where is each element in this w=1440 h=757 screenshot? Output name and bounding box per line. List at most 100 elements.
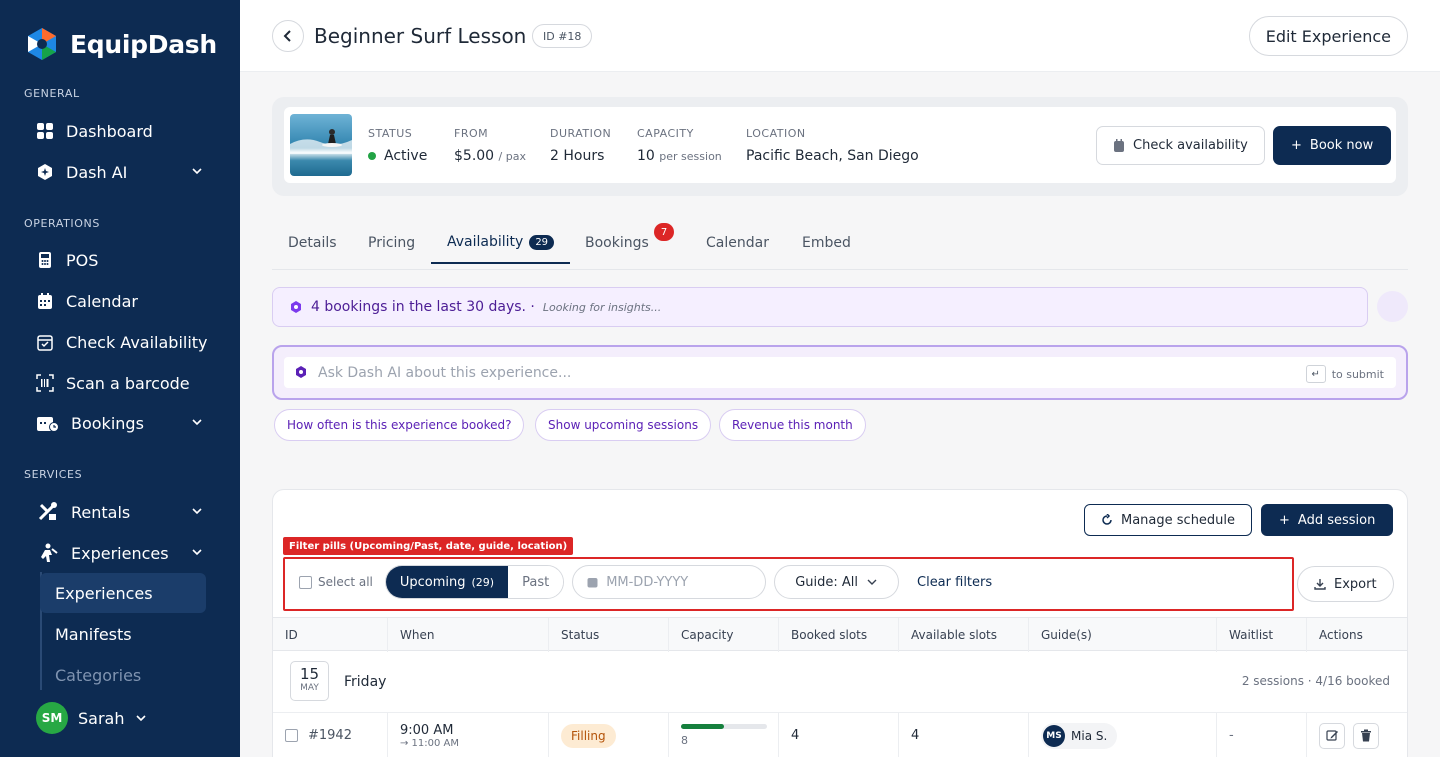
experience-thumbnail — [290, 114, 352, 176]
subitem-experiences[interactable]: Experiences — [40, 573, 206, 613]
day-weekday: Friday — [344, 674, 387, 690]
ai-shield-icon — [296, 366, 306, 378]
sidebar-item-scan-barcode[interactable]: Scan a barcode — [36, 366, 212, 400]
ai-shield-icon — [36, 163, 54, 181]
row-available: 4 — [898, 713, 919, 757]
row-capacity-cell: 8 — [668, 713, 767, 757]
suggestion-chip[interactable]: How often is this experience booked? — [274, 409, 525, 441]
rentals-tools-icon — [36, 502, 59, 521]
manage-schedule-button[interactable]: Manage schedule — [1084, 504, 1253, 536]
sidebar-item-rentals[interactable]: Rentals — [36, 495, 212, 529]
chevron-down-icon[interactable] — [190, 504, 204, 518]
filter-past[interactable]: Past — [508, 566, 564, 598]
user-menu[interactable]: SM Sarah — [36, 702, 148, 734]
ask-ai-input[interactable]: Ask Dash AI about this experience... ↵ t… — [284, 357, 1396, 388]
download-icon — [1314, 579, 1326, 590]
sidebar-item-dash-ai[interactable]: Dash AI — [36, 155, 212, 189]
sidebar-item-label: Dashboard — [66, 121, 153, 141]
sidebar-item-calendar[interactable]: Calendar — [36, 284, 212, 318]
loading-spinner-icon — [1377, 291, 1408, 322]
select-all-checkbox[interactable] — [299, 575, 312, 589]
status-label: STATUS — [368, 127, 413, 140]
equipdash-logo-icon — [28, 28, 56, 60]
tab-calendar[interactable]: Calendar — [706, 222, 769, 264]
tab-bookings[interactable]: Bookings — [585, 222, 649, 264]
chevron-down-icon[interactable] — [190, 415, 204, 429]
sidebar-item-label: Experiences — [71, 543, 169, 563]
guide-filter-select[interactable]: Guide: All — [774, 565, 899, 599]
row-id[interactable]: #1942 — [308, 728, 352, 743]
surfer-image-icon — [290, 129, 352, 154]
suggestion-chip[interactable]: Revenue this month — [719, 409, 866, 441]
insight-text: 4 bookings in the last 30 days. · — [311, 299, 535, 315]
date-filter-input[interactable]: MM-DD-YYYY — [572, 565, 767, 599]
sidebar-item-pos[interactable]: POS — [36, 243, 212, 277]
submit-hint-text: to submit — [1331, 367, 1384, 381]
section-operations: OPERATIONS — [24, 217, 100, 230]
add-session-button[interactable]: + Add session — [1261, 504, 1394, 536]
sidebar-item-check-availability[interactable]: Check Availability — [36, 325, 212, 359]
insight-banner: 4 bookings in the last 30 days. · Lookin… — [272, 287, 1368, 327]
export-button[interactable]: Export — [1297, 566, 1394, 602]
chevron-down-icon[interactable] — [190, 164, 204, 178]
day-group-header: 15 MAY Friday 2 sessions · 4/16 booked — [273, 652, 1407, 712]
subitem-categories[interactable]: Categories — [40, 655, 206, 695]
book-now-button[interactable]: + Book now — [1273, 126, 1392, 165]
tabs: Details Pricing Availability 29 Bookings… — [272, 222, 1408, 270]
refresh-icon — [1102, 514, 1112, 525]
calendar-icon — [1114, 138, 1124, 152]
tab-pricing[interactable]: Pricing — [368, 222, 415, 264]
row-checkbox[interactable] — [285, 729, 298, 742]
filter-upcoming[interactable]: Upcoming (29) — [385, 566, 509, 598]
bookings-count-badge: 7 — [654, 223, 674, 241]
tab-details[interactable]: Details — [288, 222, 337, 264]
sidebar-item-experiences[interactable]: Experiences — [36, 536, 212, 570]
subitem-manifests[interactable]: Manifests — [40, 614, 206, 654]
location-label: LOCATION — [746, 127, 806, 140]
sidebar-item-bookings[interactable]: Bookings — [36, 406, 212, 440]
row-status-cell: Filling — [548, 713, 616, 757]
pos-terminal-icon — [36, 251, 54, 269]
guide-chip[interactable]: MS Mia S. — [1041, 722, 1118, 749]
delete-session-button[interactable] — [1353, 722, 1379, 749]
from-unit: / pax — [498, 150, 526, 163]
bookings-calendar-icon — [36, 414, 59, 432]
summary-card: STATUS Active FROM $5.00 / pax DURATION … — [272, 97, 1408, 196]
availability-count-badge: 29 — [529, 234, 555, 250]
clear-filters-link[interactable]: Clear filters — [917, 575, 992, 590]
user-name: Sarah — [78, 708, 125, 728]
logo[interactable]: EquipDash — [24, 26, 217, 62]
ask-ai-box: Ask Dash AI about this experience... ↵ t… — [272, 345, 1408, 400]
column-header: ID — [285, 628, 298, 642]
table-row[interactable]: #1942 9:00 AM → 11:00 AM Filling 8 4 4 M… — [273, 712, 1407, 757]
book-now-label: Book now — [1309, 138, 1374, 153]
row-id-cell: #1942 — [273, 713, 352, 757]
section-services: SERVICES — [24, 468, 83, 481]
column-header: Guide(s) — [1028, 618, 1092, 652]
sidebar-item-label: Check Availability — [66, 332, 208, 352]
time-filter-toggle: Upcoming (29) Past — [384, 565, 565, 599]
back-button[interactable] — [272, 20, 304, 52]
sidebar-item-dashboard[interactable]: Dashboard — [36, 114, 212, 148]
chevron-down-icon[interactable] — [190, 545, 204, 559]
enter-key-icon: ↵ — [1305, 365, 1326, 383]
tab-embed[interactable]: Embed — [802, 222, 851, 264]
row-actions-cell — [1306, 713, 1379, 757]
export-label: Export — [1334, 576, 1377, 592]
header: Beginner Surf Lesson ID #18 Edit Experie… — [240, 0, 1440, 72]
check-availability-button[interactable]: Check availability — [1096, 126, 1265, 165]
capacity-field: CAPACITY 10 per session — [637, 127, 722, 164]
from-field: FROM $5.00 / pax — [454, 127, 526, 164]
sidebar-item-label: Dash AI — [66, 162, 128, 182]
tab-availability[interactable]: Availability 29 — [431, 222, 571, 264]
select-all[interactable]: Select all — [299, 575, 373, 589]
sidebar-item-label: Rentals — [71, 502, 131, 522]
edit-experience-button[interactable]: Edit Experience — [1248, 16, 1408, 56]
select-all-label: Select all — [318, 575, 373, 589]
location-field: LOCATION Pacific Beach, San Diego — [746, 127, 919, 164]
edit-session-button[interactable] — [1319, 722, 1345, 749]
sidebar-item-label: Scan a barcode — [66, 373, 190, 393]
date-badge: 15 MAY — [290, 661, 329, 701]
status-value: Active — [384, 148, 428, 164]
suggestion-chip[interactable]: Show upcoming sessions — [535, 409, 712, 441]
